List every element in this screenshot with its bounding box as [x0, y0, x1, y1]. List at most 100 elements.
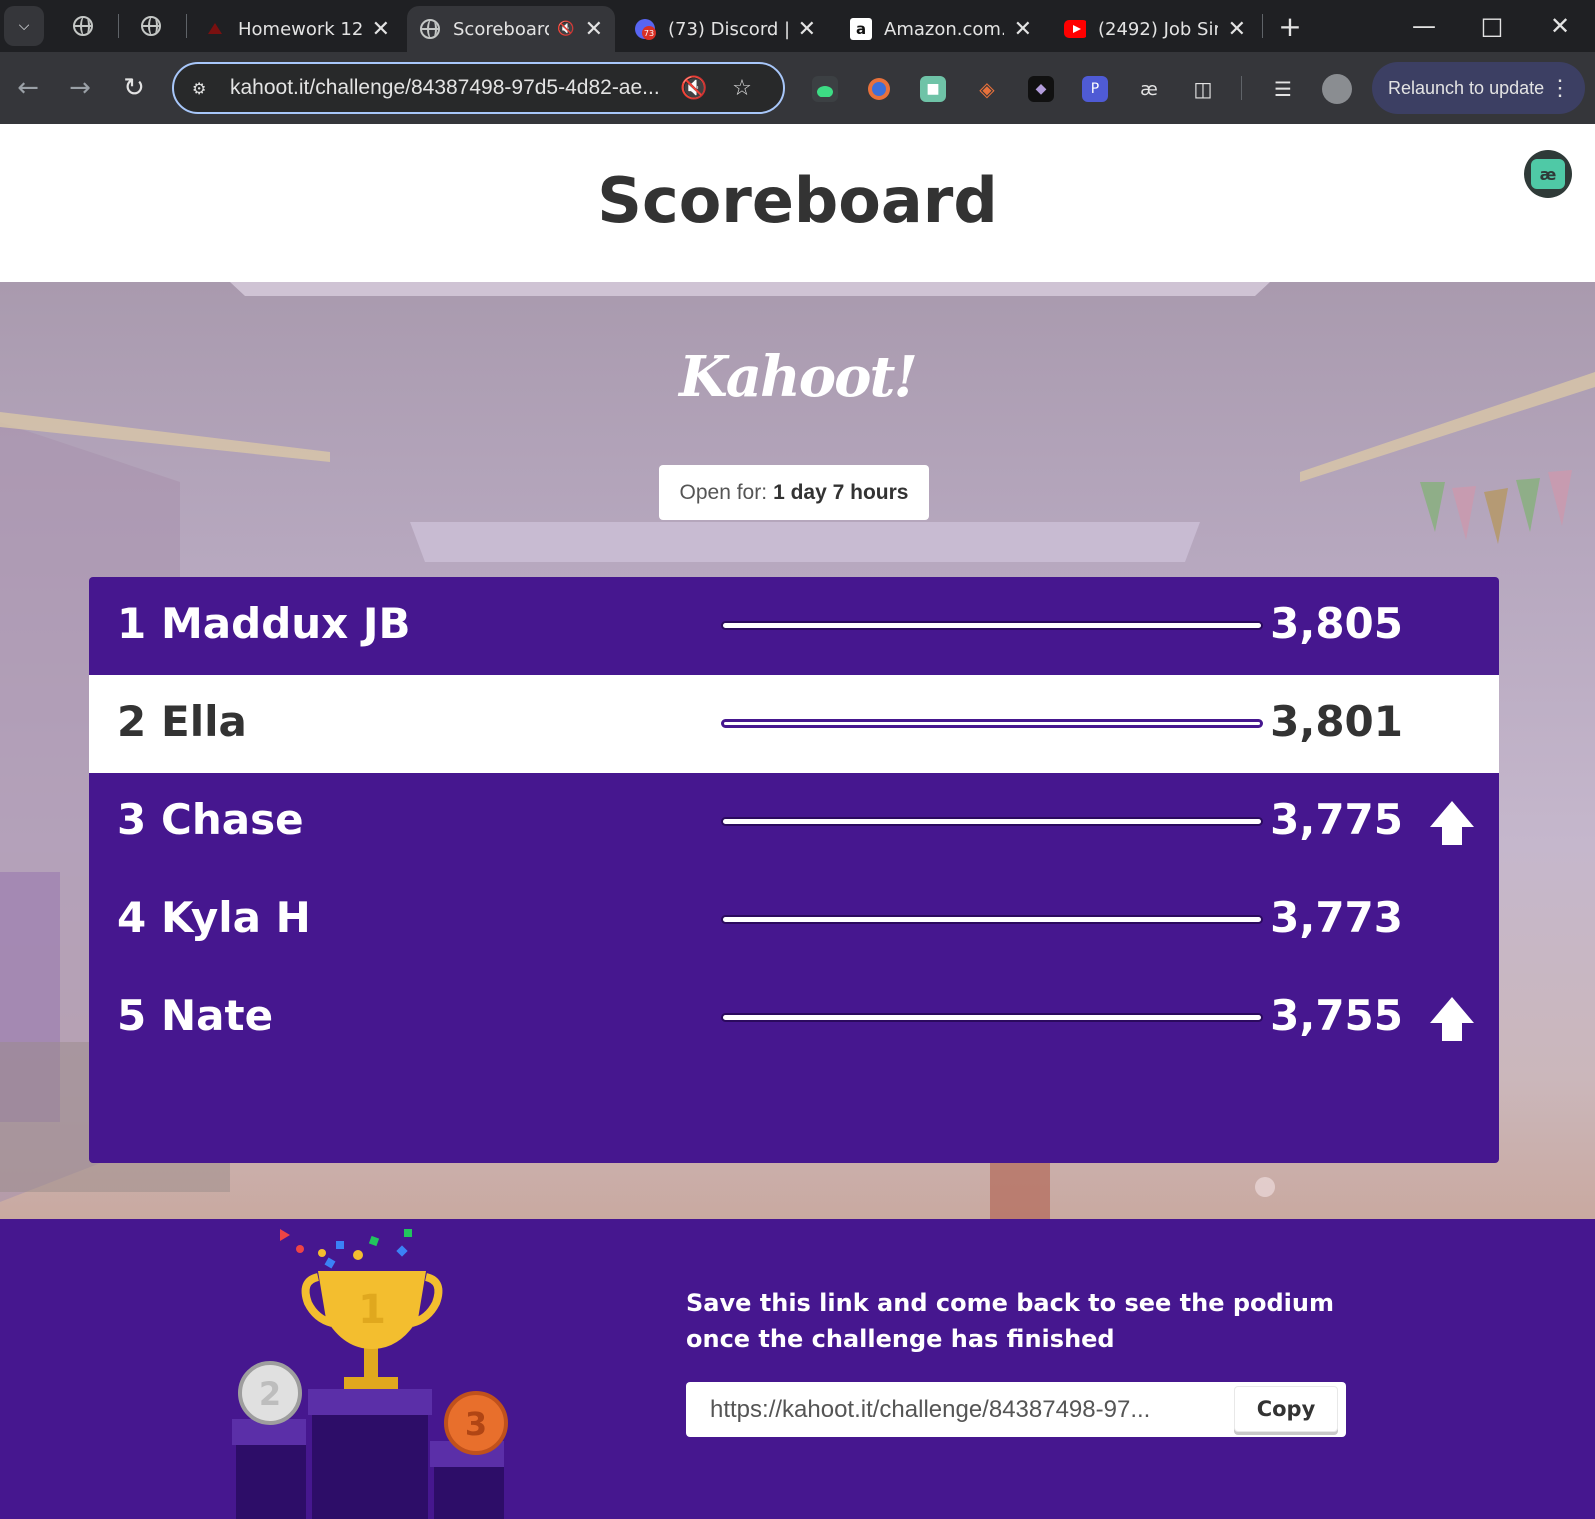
player-rank: 4 — [117, 893, 147, 942]
reload-button[interactable]: ↻ — [114, 68, 154, 108]
new-tab-button[interactable]: + — [1272, 8, 1308, 44]
tab-title: Homework 12 — [238, 18, 362, 40]
back-button[interactable]: ← — [8, 68, 48, 108]
tab-title: (73) Discord | — [668, 18, 788, 40]
player-name: Chase — [161, 795, 304, 844]
close-window-button[interactable]: ✕ — [1530, 4, 1590, 48]
tab-separator — [1262, 14, 1263, 38]
svg-text:2: 2 — [259, 1375, 281, 1413]
challenge-link-field[interactable]: https://kahoot.it/challenge/84387498-97.… — [686, 1382, 1346, 1437]
player-name: Nate — [161, 991, 274, 1040]
tab-strip: ⌵ Homework 12 ✕ Scoreboard 🔇 ✕ 73 (73) D… — [0, 0, 1595, 52]
copy-link-button[interactable]: Copy — [1234, 1386, 1338, 1432]
muted-icon[interactable]: 🔇 — [557, 21, 574, 37]
scoreboard-row-current-player: 2 Ella 3,801 — [89, 675, 1499, 773]
player-score: 3,805 — [1270, 599, 1403, 648]
red-logo-icon — [204, 18, 226, 40]
floating-extension-badge[interactable]: æ — [1524, 150, 1572, 198]
relaunch-to-update-button[interactable]: Relaunch to update ⋮ — [1372, 62, 1585, 114]
maximize-button[interactable]: □ — [1462, 4, 1522, 48]
score-bar — [721, 621, 1263, 630]
ae-extension-icon[interactable]: æ — [1136, 76, 1162, 102]
kahoot-logo: Kahoot! — [679, 344, 918, 410]
scoreboard-row: 1 Maddux JB 3,805 — [89, 577, 1499, 675]
toolbar-separator — [1241, 76, 1242, 100]
close-icon[interactable]: ✕ — [1228, 17, 1246, 42]
extensions-puzzle-icon[interactable]: ◫ — [1190, 76, 1216, 102]
tab-separator — [118, 14, 119, 38]
page-header: Scoreboard æ — [0, 124, 1595, 282]
player-name: Maddux JB — [161, 599, 411, 648]
player-name: Kyla H — [161, 893, 311, 942]
scoreboard-panel: 1 Maddux JB 3,805 2 Ella 3,801 3 Chase 3… — [89, 577, 1499, 1163]
score-bar — [721, 719, 1263, 728]
media-control-icon[interactable]: ☰ — [1270, 76, 1296, 102]
score-bar — [721, 817, 1263, 826]
tab-search-button[interactable]: ⌵ — [4, 6, 44, 46]
tab-title: Scoreboard — [453, 18, 550, 40]
score-bar — [721, 915, 1263, 924]
player-rank: 3 — [117, 795, 147, 844]
player-score: 3,755 — [1270, 991, 1403, 1040]
globe-icon — [419, 18, 441, 40]
menu-dots-icon: ⋮ — [1549, 75, 1571, 100]
ae-badge-icon: æ — [1531, 159, 1565, 189]
bookmark-star-icon[interactable]: ☆ — [718, 76, 766, 101]
diamond-extension-icon[interactable]: ◆ — [1028, 76, 1054, 102]
close-icon[interactable]: ✕ — [1014, 17, 1032, 42]
address-bar[interactable]: ⚙ kahoot.it/challenge/84387498-97d5-4d82… — [172, 62, 785, 114]
open-for-label: Open for: — [679, 480, 768, 504]
open-for-value: 1 day 7 hours — [773, 480, 909, 504]
player-score: 3,773 — [1270, 893, 1403, 942]
scoreboard-row: 4 Kyla H 3,773 — [89, 871, 1499, 969]
tab-title: Amazon.com. — [884, 18, 1004, 40]
profile-avatar[interactable] — [1322, 74, 1352, 104]
player-score: 3,775 — [1270, 795, 1403, 844]
challenge-footer: 2 3 1 Save this link and come back to se… — [0, 1219, 1595, 1519]
relaunch-label: Relaunch to update — [1388, 77, 1545, 98]
android-extension-icon[interactable] — [812, 76, 838, 102]
tab-amazon[interactable]: a Amazon.com. ✕ — [838, 6, 1044, 52]
discord-icon: 73 — [634, 18, 656, 40]
scoreboard-row: 5 Nate 3,755 — [89, 969, 1499, 1067]
forward-button[interactable]: → — [60, 68, 100, 108]
globe-icon — [141, 16, 161, 36]
svg-text:a: a — [856, 20, 866, 38]
svg-text:73: 73 — [644, 29, 654, 38]
svg-text:3: 3 — [465, 1405, 487, 1443]
url-text[interactable]: kahoot.it/challenge/84387498-97d5-4d82-a… — [230, 76, 670, 100]
open-for-badge: Open for: 1 day 7 hours — [659, 465, 929, 520]
amazon-icon: a — [850, 18, 872, 40]
challenge-link-text[interactable]: https://kahoot.it/challenge/84387498-97.… — [710, 1396, 1210, 1424]
podium-trophy-illustration: 2 3 1 — [232, 1229, 508, 1519]
tab-scoreboard[interactable]: Scoreboard 🔇 ✕ — [407, 6, 615, 52]
site-info-icon[interactable]: ⚙ — [192, 79, 214, 98]
tab-homework[interactable]: Homework 12 ✕ — [192, 6, 402, 52]
tab-title: (2492) Job Sir — [1098, 18, 1218, 40]
player-rank: 5 — [117, 991, 147, 1040]
player-rank: 2 — [117, 697, 147, 746]
browser-extension-icon[interactable] — [866, 76, 892, 102]
minimize-button[interactable]: — — [1394, 4, 1454, 48]
close-icon[interactable]: ✕ — [585, 17, 603, 42]
rank-up-arrow-icon — [1430, 801, 1474, 845]
pinned-tab-2[interactable] — [126, 8, 176, 44]
page-title: Scoreboard — [597, 164, 998, 237]
browser-toolbar: ← → ↻ ⚙ kahoot.it/challenge/84387498-97d… — [0, 52, 1595, 124]
close-icon[interactable]: ✕ — [798, 17, 816, 42]
save-link-message: Save this link and come back to see the … — [686, 1289, 1334, 1353]
graduation-cap-icon[interactable]: ◈ — [974, 76, 1000, 102]
player-score: 3,801 — [1270, 697, 1403, 746]
score-bar — [721, 1013, 1263, 1022]
pinned-tab-1[interactable] — [58, 8, 108, 44]
tab-youtube[interactable]: (2492) Job Sir ✕ — [1052, 6, 1258, 52]
close-icon[interactable]: ✕ — [372, 17, 390, 42]
p-extension-icon[interactable]: P — [1082, 76, 1108, 102]
tab-muted-icon[interactable]: 🔇 — [670, 76, 718, 101]
scoreboard-row: 3 Chase 3,775 — [89, 773, 1499, 871]
globe-icon — [73, 16, 93, 36]
gift-extension-icon[interactable]: ■ — [920, 76, 946, 102]
player-name: Ella — [161, 697, 247, 746]
tab-discord[interactable]: 73 (73) Discord | ✕ — [622, 6, 828, 52]
player-rank: 1 — [117, 599, 147, 648]
